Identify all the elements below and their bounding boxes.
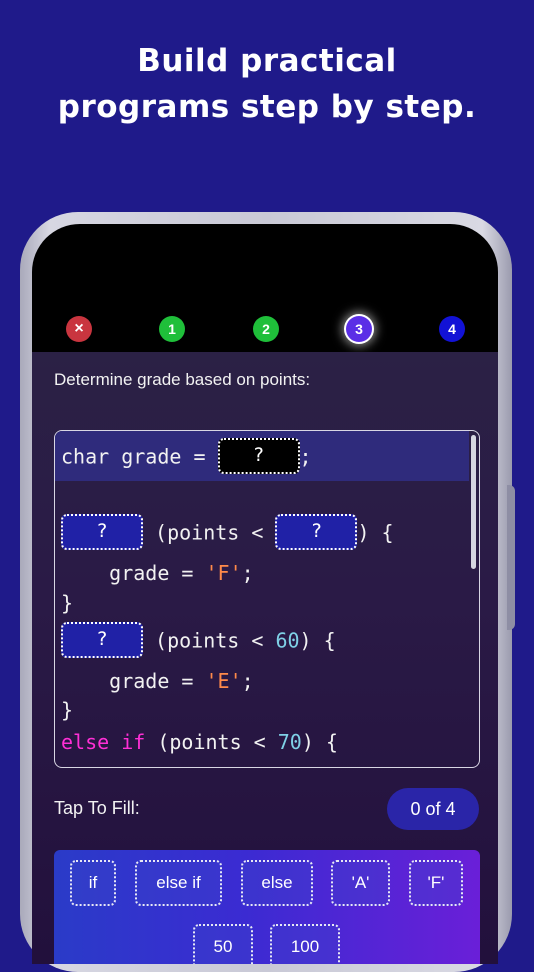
step-4-indicator[interactable]: 4 bbox=[439, 316, 465, 342]
option-100-button[interactable]: 100 bbox=[270, 924, 340, 964]
option-else-if-button[interactable]: else if bbox=[135, 860, 222, 906]
option-if-button[interactable]: if bbox=[70, 860, 116, 906]
exercise-prompt: Determine grade based on points: bbox=[54, 370, 311, 389]
code-text: ) { bbox=[299, 628, 336, 653]
code-text: grade = bbox=[61, 669, 206, 693]
step-1-indicator[interactable]: 1 bbox=[159, 316, 185, 342]
option-a-button[interactable]: 'A' bbox=[331, 860, 390, 906]
exercise-area: Determine grade based on points: char gr… bbox=[32, 352, 498, 964]
option-50-button[interactable]: 50 bbox=[193, 924, 253, 964]
phone-side-button bbox=[507, 485, 515, 630]
answer-options-panel: if else if else 'A' 'F' 50 100 bbox=[54, 850, 480, 964]
code-text: ) { bbox=[301, 730, 338, 754]
code-number: 70 bbox=[277, 730, 302, 754]
blank-slot-4[interactable]: ? bbox=[61, 622, 143, 658]
code-text: (points < bbox=[143, 520, 276, 545]
step-2-indicator[interactable]: 2 bbox=[253, 316, 279, 342]
blank-slot-1[interactable]: ? bbox=[217, 438, 300, 474]
blank-slot-3[interactable]: ? bbox=[275, 514, 358, 550]
code-text: (points < bbox=[145, 730, 278, 754]
code-line-8: } bbox=[61, 698, 74, 722]
option-f-button[interactable]: 'F' bbox=[409, 860, 463, 906]
headline: Build practical programs step by step. bbox=[0, 38, 534, 130]
code-text: ) { bbox=[357, 520, 394, 545]
code-line-5: } bbox=[61, 591, 74, 615]
code-line-3: ? (points < ?) { bbox=[61, 514, 394, 550]
lesson-progress: × 1 2 3 4 bbox=[32, 312, 498, 352]
code-text: (points < bbox=[143, 628, 276, 653]
phone-screen: × 1 2 3 4 Determine grade based on point… bbox=[32, 224, 498, 964]
code-text: ; bbox=[241, 669, 254, 693]
code-line-4: grade = 'F'; bbox=[61, 559, 254, 587]
code-line-1: char grade = ?; bbox=[61, 438, 312, 474]
headline-line-1: Build practical bbox=[137, 43, 397, 79]
code-editor: char grade = ?; ? (points < ?) { grade =… bbox=[54, 430, 480, 768]
code-text: grade = bbox=[61, 561, 206, 585]
code-string: 'F' bbox=[205, 561, 242, 585]
close-icon[interactable]: × bbox=[66, 316, 92, 342]
code-scrollbar[interactable] bbox=[471, 435, 476, 569]
code-text: ; bbox=[241, 561, 254, 585]
code-line-9: else if (points < 70) { bbox=[61, 728, 338, 756]
code-keyword: else if bbox=[61, 730, 146, 754]
code-line-7: grade = 'E'; bbox=[61, 667, 254, 695]
code-string: 'E' bbox=[205, 669, 242, 693]
option-else-button[interactable]: else bbox=[241, 860, 313, 906]
headline-line-2: programs step by step. bbox=[57, 89, 477, 125]
blank-slot-2[interactable]: ? bbox=[61, 514, 143, 550]
step-3-indicator[interactable]: 3 bbox=[346, 316, 372, 342]
code-text: char grade = bbox=[61, 444, 218, 469]
code-line-6: ? (points < 60) { bbox=[61, 622, 336, 658]
code-text: ; bbox=[299, 444, 312, 469]
tap-to-fill-label: Tap To Fill: bbox=[54, 798, 140, 818]
filled-counter-badge: 0 of 4 bbox=[387, 788, 479, 830]
code-number: 60 bbox=[275, 628, 300, 653]
